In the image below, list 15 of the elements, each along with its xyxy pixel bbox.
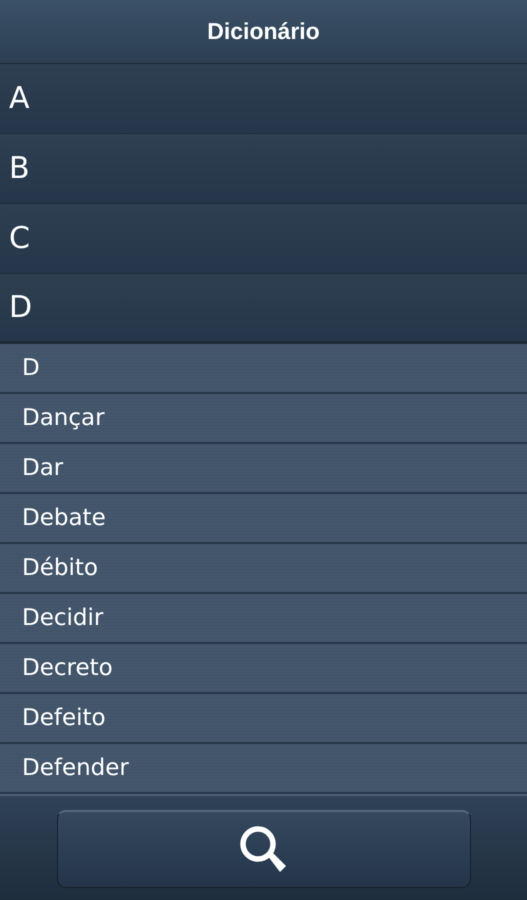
- app-title: Dicionário: [207, 18, 320, 45]
- word-item[interactable]: Dar: [0, 444, 527, 494]
- search-button[interactable]: [56, 810, 470, 888]
- word-item[interactable]: Debate: [0, 494, 527, 544]
- word-item[interactable]: Dançar: [0, 394, 527, 444]
- letter-group-header[interactable]: B: [0, 134, 527, 204]
- letter-group-header[interactable]: D: [0, 274, 527, 344]
- word-item[interactable]: Débito: [0, 544, 527, 594]
- word-item[interactable]: Defeito: [0, 694, 527, 744]
- word-item[interactable]: Defender: [0, 744, 527, 794]
- letter-group-header[interactable]: A: [0, 64, 527, 134]
- word-item[interactable]: D: [0, 344, 527, 394]
- word-item[interactable]: Decidir: [0, 594, 527, 644]
- word-item[interactable]: Decreto: [0, 644, 527, 694]
- letter-group-header[interactable]: C: [0, 204, 527, 274]
